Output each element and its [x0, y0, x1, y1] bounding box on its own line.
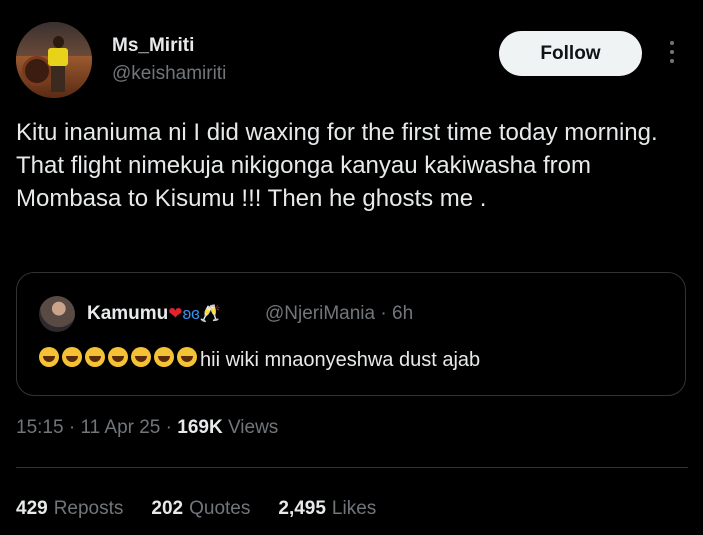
quotes-stat[interactable]: 202 Quotes	[151, 498, 250, 520]
quote-name-emojis: ❤ʚɞ🥂	[168, 304, 221, 323]
quote-handle: @NjeriMania	[265, 303, 376, 324]
laugh-emoji-icon	[177, 347, 197, 367]
engagement-stats: 429 Reposts 202 Quotes 2,495 Likes	[16, 498, 376, 520]
quote-meta: @NjeriMania · 6h	[265, 303, 414, 324]
laugh-emoji-icon	[85, 347, 105, 367]
views-label: Views	[227, 417, 279, 438]
likes-stat[interactable]: 2,495 Likes	[278, 498, 376, 520]
reposts-label: Reposts	[53, 498, 124, 519]
quote-author-name: Kamumu❤ʚɞ🥂	[87, 303, 221, 325]
laugh-emoji-icon	[108, 347, 128, 367]
quotes-count: 202	[151, 498, 184, 519]
avatar-vest	[48, 48, 68, 66]
laugh-emoji-icon	[39, 347, 59, 367]
quotes-label: Quotes	[189, 498, 251, 519]
quote-text: hii wiki mnaonyeshwa dust ajab	[39, 347, 480, 373]
quote-avatar	[39, 296, 75, 332]
avatar-head	[53, 36, 64, 48]
author-name[interactable]: Ms_Miriti	[112, 35, 194, 57]
butterfly-emoji-icon: ʚɞ	[182, 304, 200, 323]
likes-label: Likes	[331, 498, 377, 519]
likes-count: 2,495	[278, 498, 326, 519]
tweet-text: Kitu inaniuma ni I did waxing for the fi…	[16, 119, 658, 212]
tweet-time[interactable]: 15:15	[16, 417, 64, 438]
reposts-count: 429	[16, 498, 48, 519]
divider	[16, 467, 688, 468]
laugh-emoji-icon	[62, 347, 82, 367]
quote-author-name-text: Kamumu	[87, 303, 169, 324]
avatar-legs	[51, 66, 65, 92]
views-count: 169K	[177, 417, 223, 438]
champagne-emoji-icon: 🥂	[199, 304, 221, 323]
heart-emoji-icon: ❤	[168, 304, 183, 323]
laugh-emoji-icon	[131, 347, 151, 367]
reposts-stat[interactable]: 429 Reposts	[16, 498, 123, 520]
quote-time: 6h	[392, 303, 414, 324]
follow-button[interactable]: Follow	[499, 31, 642, 76]
quoted-tweet[interactable]: Kamumu❤ʚɞ🥂 @NjeriMania · 6h hii wiki mna…	[16, 272, 686, 396]
more-options-icon[interactable]	[664, 38, 680, 68]
author-handle[interactable]: @keishamiriti	[112, 63, 226, 85]
quote-text-body: hii wiki mnaonyeshwa dust ajab	[200, 348, 481, 371]
tweet-date[interactable]: 11 Apr 25	[80, 417, 160, 438]
laugh-emojis	[39, 347, 200, 373]
laugh-emoji-icon	[154, 347, 174, 367]
tweet-timestamp: 15:15 · 11 Apr 25 · 169K Views	[16, 417, 279, 438]
author-avatar[interactable]	[16, 22, 92, 98]
